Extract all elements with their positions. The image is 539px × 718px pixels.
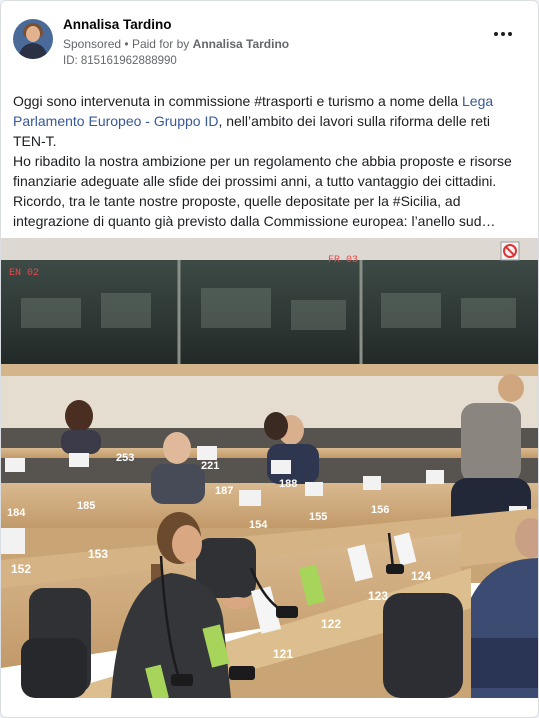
paragraph-1: Oggi sono intervenuta in commissione #tr… — [13, 93, 494, 149]
avatar-face — [26, 26, 40, 42]
separator-dot: • — [124, 37, 132, 51]
sponsored-label: Sponsored — [63, 37, 122, 51]
ad-card: Annalisa Tardino Sponsored • Paid for by… — [0, 0, 539, 718]
post-photo[interactable]: EN 02 FR 03 253 221 187 188 185 184 154 … — [1, 238, 538, 698]
paid-for-label: Paid for by — [131, 37, 190, 51]
paid-for-name: Annalisa Tardino — [192, 37, 290, 51]
seat-number: 156 — [371, 504, 389, 516]
more-options-icon[interactable] — [494, 25, 518, 43]
avatar-body — [19, 43, 47, 59]
post-header: Annalisa Tardino Sponsored • Paid for by… — [13, 17, 526, 73]
seat-number: 121 — [273, 647, 293, 661]
chair — [383, 593, 463, 698]
seat-number: 184 — [7, 507, 26, 519]
seat-number: 124 — [411, 569, 431, 583]
seat-number: 123 — [368, 589, 388, 603]
paragraph-2: Ho ribadito la nostra ambizione per un r… — [13, 153, 512, 189]
ad-id: ID: 815161962888990 — [63, 55, 177, 67]
seat-number: 188 — [279, 478, 297, 490]
seat-number: 221 — [201, 460, 219, 472]
paragraph-3: Ricordo, tra le tante nostre proposte, q… — [13, 193, 496, 229]
author-name[interactable]: Annalisa Tardino — [63, 17, 172, 32]
sponsored-line: Sponsored • Paid for by Annalisa Tardino — [63, 37, 289, 51]
ceiling — [1, 238, 538, 260]
post-text: Oggi sono intervenuta in commissione #tr… — [13, 91, 525, 231]
booth-label-en: EN 02 — [9, 268, 39, 279]
seat-number: 187 — [215, 485, 233, 497]
seat-number: 253 — [116, 452, 134, 464]
seat-number: 153 — [88, 547, 108, 561]
seat-number: 152 — [11, 562, 31, 576]
seat-number: 122 — [321, 617, 341, 631]
booth-label-fr: FR 03 — [328, 255, 358, 266]
seat-number: 154 — [249, 519, 268, 531]
seat-number: 155 — [309, 511, 327, 523]
avatar[interactable] — [13, 19, 53, 59]
seat-number: 185 — [77, 500, 95, 512]
